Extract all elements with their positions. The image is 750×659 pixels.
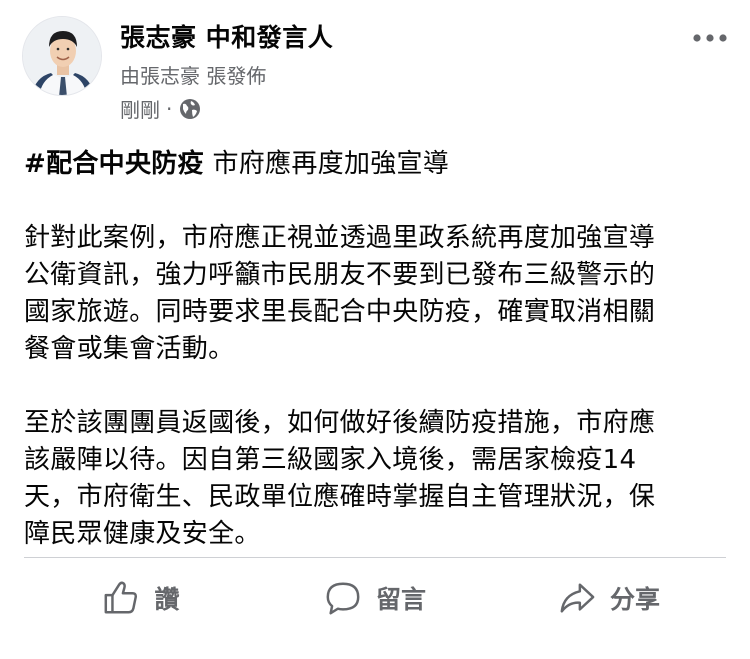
globe-icon[interactable]: [178, 97, 202, 121]
post-card: 張志豪 中和發言人 由張志豪 張發佈 剛剛 · #配合中央防疫 市府應再度加強宣…: [0, 0, 750, 659]
avatar[interactable]: [22, 16, 102, 96]
more-options-button[interactable]: [692, 26, 728, 50]
post-meta: 剛剛 ·: [120, 94, 202, 123]
paragraph-line: 該嚴陣以待。因自第三級國家入境後，需居家檢疫14: [24, 445, 637, 475]
hashtag-link[interactable]: #配合中央防疫: [24, 149, 204, 179]
paragraph-line: 天，市府衛生、民政單位應確時掌握自主管理狀況，保: [24, 482, 656, 512]
like-label: 讚: [154, 585, 180, 614]
comment-label: 留言: [375, 585, 426, 614]
like-button[interactable]: 讚: [24, 566, 258, 630]
share-icon: [560, 583, 595, 613]
paragraph-line: 公衛資訊，強力呼籲市民朋友不要到已發布三級警示的: [24, 260, 656, 290]
meta-separator: ·: [166, 96, 173, 121]
author-name[interactable]: 張志豪 中和發言人: [120, 18, 333, 54]
paragraph-line: 國家旅遊。同時要求里長配合中央防疫，確實取消相關: [24, 297, 656, 327]
share-label: 分享: [609, 585, 660, 614]
post-timestamp[interactable]: 剛剛: [120, 94, 160, 123]
posted-by-label: 由張志豪 張發佈: [120, 64, 267, 88]
headline-text: 市府應再度加強宣導: [203, 149, 450, 179]
paragraph-line: 至於該團團員返國後，如何做好後續防疫措施，市府應: [24, 408, 656, 438]
comment-button[interactable]: 留言: [258, 566, 492, 630]
paragraph-line: 針對此案例，市府應正視並透過里政系統再度加強宣導: [24, 223, 656, 253]
divider: [24, 557, 726, 558]
post-body: #配合中央防疫 市府應再度加強宣導 針對此案例，市府應正視並透過里政系統再度加強…: [24, 146, 724, 553]
thumbs-up-icon: [105, 581, 138, 614]
paragraph-line: 障民眾健康及安全。: [24, 519, 261, 549]
profile-photo: [23, 17, 101, 95]
comment-icon: [326, 582, 360, 615]
share-button[interactable]: 分享: [492, 566, 726, 630]
paragraph-line: 餐會或集會活動。: [24, 334, 235, 364]
action-bar: 讚 留言 分享: [24, 566, 726, 630]
more-horizontal-icon: [693, 34, 727, 42]
post-headline: #配合中央防疫 市府應再度加強宣導: [24, 146, 724, 183]
